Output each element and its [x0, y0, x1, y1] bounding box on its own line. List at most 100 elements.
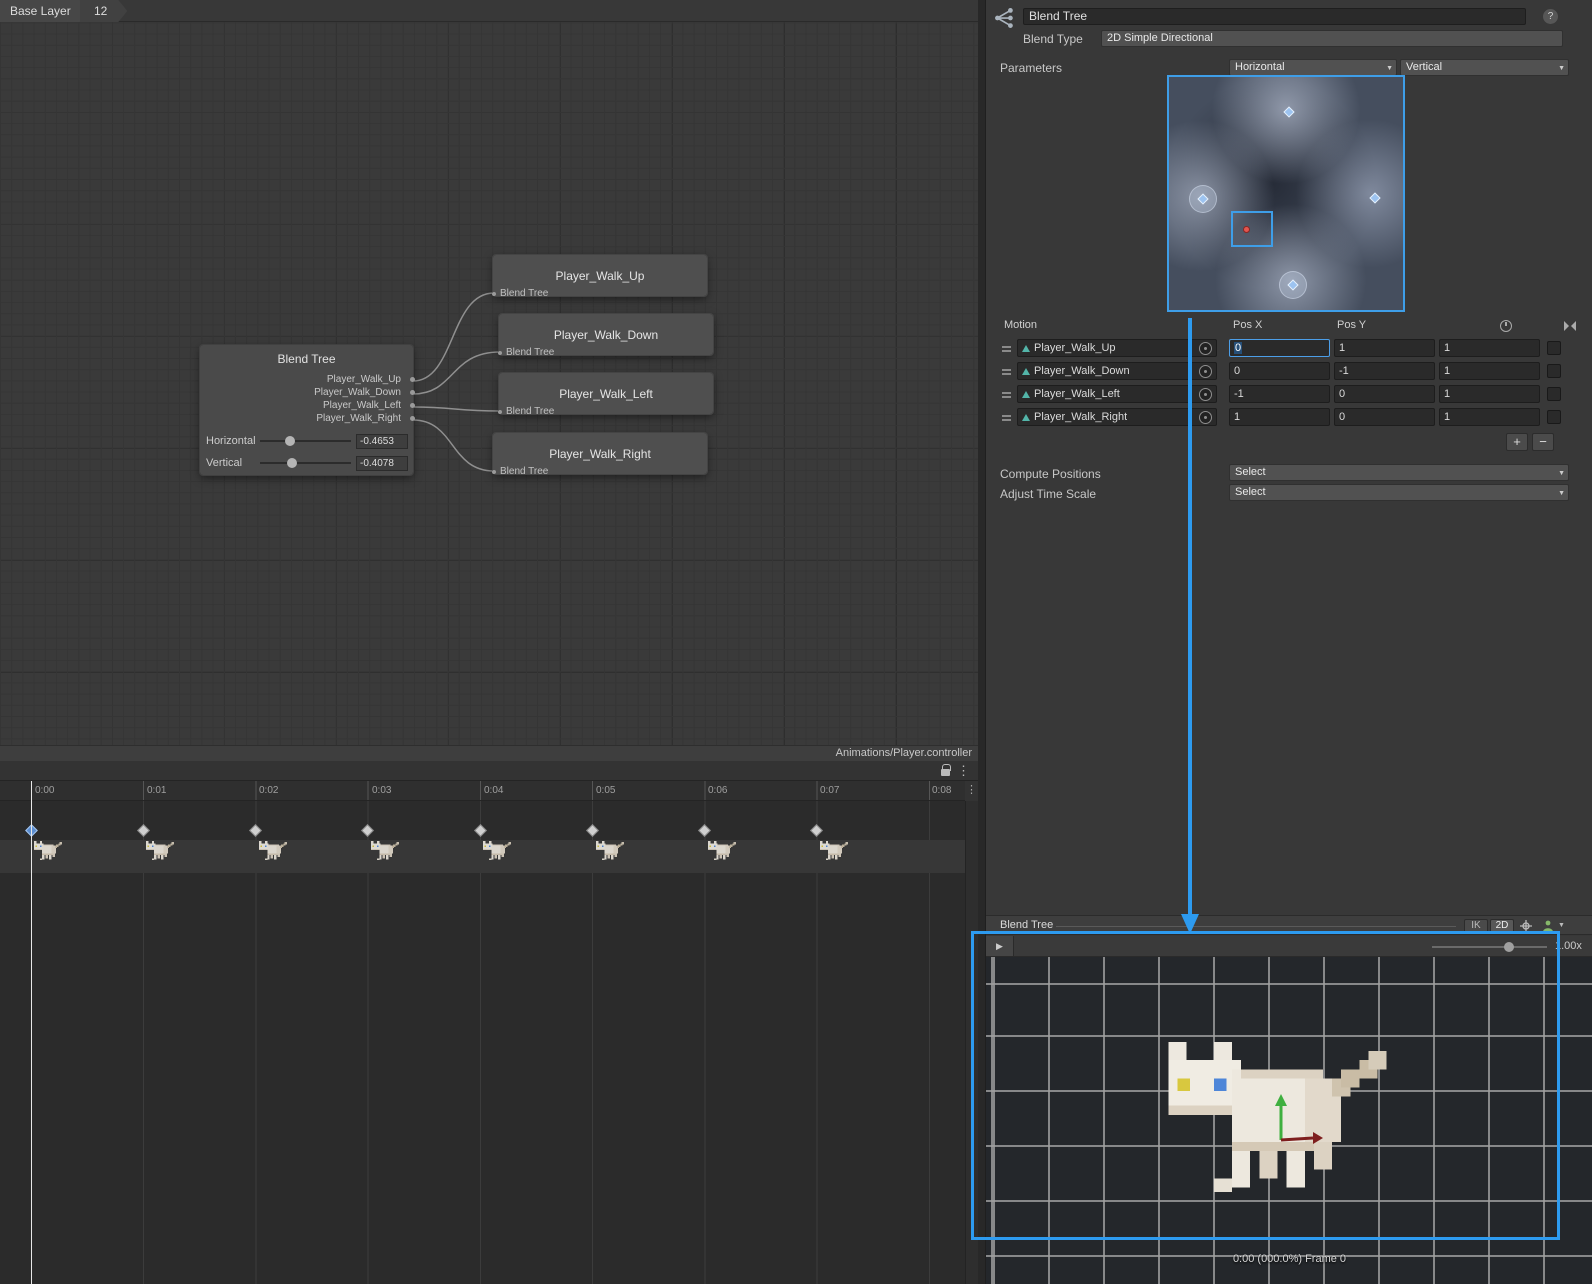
- vertical-param-slider[interactable]: [260, 462, 351, 464]
- blend-space-graph[interactable]: [1167, 75, 1405, 312]
- pos-x-field[interactable]: 0: [1229, 362, 1330, 380]
- time-label: 0:02: [259, 785, 278, 796]
- node-title: Blend Tree: [200, 345, 413, 373]
- pivot-icon[interactable]: [1518, 919, 1534, 933]
- motion-name: Player_Walk_Left: [1034, 388, 1120, 400]
- animation-clip-icon: [1022, 345, 1030, 352]
- avatar-icon[interactable]: [1540, 919, 1556, 933]
- sprite-thumbnail: [258, 841, 288, 864]
- adjust-time-scale-dropdown[interactable]: Select▼: [1229, 484, 1569, 501]
- sprite-thumbnail: [33, 841, 63, 864]
- time-label: 0:01: [147, 785, 166, 796]
- preview-speed-slider[interactable]: [1432, 946, 1547, 948]
- breadcrumb-12[interactable]: 12: [80, 0, 127, 22]
- slider-knob[interactable]: [1504, 942, 1514, 952]
- blend-tree-name-field[interactable]: Blend Tree: [1023, 8, 1526, 25]
- pos-y-field[interactable]: -1: [1334, 362, 1435, 380]
- remove-motion-button[interactable]: −: [1532, 433, 1554, 451]
- play-button[interactable]: ▶: [986, 936, 1014, 956]
- ik-toggle-button[interactable]: IK: [1464, 919, 1488, 933]
- object-picker-icon[interactable]: [1199, 365, 1212, 378]
- sprite-thumbnail: [819, 841, 849, 864]
- animation-timeline[interactable]: ⋮ ⋮ 0:00 0:01 0:02 0:03 0:04 0:05 0:06 0…: [0, 761, 978, 1284]
- ruler-corner-menu[interactable]: ⋮: [965, 781, 978, 801]
- input-dot-icon: [498, 410, 502, 414]
- drag-handle-icon[interactable]: [1002, 392, 1011, 398]
- kebab-menu-icon[interactable]: ⋮: [957, 763, 970, 779]
- speed-field[interactable]: 1: [1439, 339, 1540, 357]
- motion-name: Player_Walk_Down: [1034, 365, 1130, 377]
- drag-handle-icon[interactable]: [1002, 346, 1011, 352]
- motion-point-right[interactable]: [1369, 192, 1380, 203]
- pos-y-field[interactable]: 0: [1334, 408, 1435, 426]
- motion-object-field[interactable]: Player_Walk_Left: [1017, 385, 1217, 403]
- motion-table: Player_Walk_Up 0 1 1 Player_Walk_Down 0 …: [1000, 339, 1575, 433]
- speed-field[interactable]: 1: [1439, 408, 1540, 426]
- playhead[interactable]: [31, 781, 32, 1284]
- sprite-thumbnail: [482, 841, 512, 864]
- 2d-toggle-button[interactable]: 2D: [1490, 919, 1514, 933]
- motion-object-field[interactable]: Player_Walk_Right: [1017, 408, 1217, 426]
- output-slot: Player_Walk_Right: [200, 412, 413, 425]
- motion-object-field[interactable]: Player_Walk_Up: [1017, 339, 1217, 357]
- motion-point-up[interactable]: [1283, 106, 1294, 117]
- blend-type-dropdown[interactable]: 2D Simple Directional: [1101, 30, 1563, 47]
- add-motion-button[interactable]: +: [1506, 433, 1528, 451]
- preview-header[interactable]: Blend Tree IK 2D ▼: [986, 915, 1592, 935]
- pos-x-field[interactable]: -1: [1229, 385, 1330, 403]
- speed-field[interactable]: 1: [1439, 362, 1540, 380]
- mirror-checkbox[interactable]: [1547, 341, 1561, 355]
- parameter-y-dropdown[interactable]: Vertical▼: [1400, 59, 1569, 76]
- motion-object-field[interactable]: Player_Walk_Down: [1017, 362, 1217, 380]
- timeline-scrollbar[interactable]: [965, 801, 978, 1284]
- sprite-thumbnail: [707, 841, 737, 864]
- sprite-thumbnail: [145, 841, 175, 864]
- sprite-thumbnail: [595, 841, 625, 864]
- animator-graph[interactable]: Base Layer 12 Blend Tree Player_Walk_Up …: [0, 0, 978, 745]
- pos-x-field[interactable]: 0: [1229, 339, 1330, 357]
- breadcrumb-base-layer[interactable]: Base Layer: [0, 0, 89, 22]
- node-input-label: Blend Tree: [498, 347, 554, 358]
- output-slot: Player_Walk_Down: [200, 386, 413, 399]
- pos-y-field[interactable]: 1: [1334, 339, 1435, 357]
- object-picker-icon[interactable]: [1199, 388, 1212, 401]
- chevron-down-icon[interactable]: ▼: [1558, 922, 1565, 929]
- preview-speed-value: 1.00x: [1555, 936, 1589, 957]
- mirror-checkbox[interactable]: [1547, 410, 1561, 424]
- motion-row[interactable]: Player_Walk_Right 1 0 1: [1000, 408, 1575, 428]
- node-input-label: Blend Tree: [498, 406, 554, 417]
- horizontal-param-value[interactable]: -0.4653: [356, 434, 408, 449]
- slider-knob[interactable]: [285, 436, 295, 446]
- parameter-x-dropdown[interactable]: Horizontal▼: [1229, 59, 1397, 76]
- preview-frame-status: 0:00 (000.0%) Frame 0: [986, 1253, 1592, 1265]
- slider-knob[interactable]: [287, 458, 297, 468]
- breadcrumb-label: Base Layer: [10, 4, 71, 18]
- motion-row[interactable]: Player_Walk_Down 0 -1 1: [1000, 362, 1575, 382]
- pos-x-field[interactable]: 1: [1229, 408, 1330, 426]
- object-picker-icon[interactable]: [1199, 342, 1212, 355]
- parameter-position-dot[interactable]: [1243, 226, 1250, 233]
- pos-y-field[interactable]: 0: [1334, 385, 1435, 403]
- compute-positions-dropdown[interactable]: Select▼: [1229, 464, 1569, 481]
- preview-viewport[interactable]: 0:00 (000.0%) Frame 0: [986, 957, 1592, 1284]
- transform-gizmo[interactable]: [1269, 1094, 1325, 1152]
- pos-y-header: Pos Y: [1337, 319, 1366, 331]
- node-input-label: Blend Tree: [492, 288, 548, 299]
- mirror-checkbox[interactable]: [1547, 364, 1561, 378]
- speed-field[interactable]: 1: [1439, 385, 1540, 403]
- drag-handle-icon[interactable]: [1002, 415, 1011, 421]
- mirror-checkbox[interactable]: [1547, 387, 1561, 401]
- horizontal-param-slider[interactable]: [260, 440, 351, 442]
- preview-resize-handle[interactable]: [1056, 926, 1456, 927]
- horizontal-param-label: Horizontal: [206, 435, 255, 447]
- blend-tree-node[interactable]: Blend Tree Player_Walk_Up Player_Walk_Do…: [200, 345, 413, 475]
- time-label: 0:04: [484, 785, 503, 796]
- drag-handle-icon[interactable]: [1002, 369, 1011, 375]
- time-label: 0:00: [35, 785, 54, 796]
- vertical-param-value[interactable]: -0.4078: [356, 456, 408, 471]
- motion-row[interactable]: Player_Walk_Up 0 1 1: [1000, 339, 1575, 359]
- help-icon[interactable]: ?: [1543, 9, 1558, 24]
- motion-row[interactable]: Player_Walk_Left -1 0 1: [1000, 385, 1575, 405]
- lock-icon[interactable]: [941, 769, 950, 776]
- object-picker-icon[interactable]: [1199, 411, 1212, 424]
